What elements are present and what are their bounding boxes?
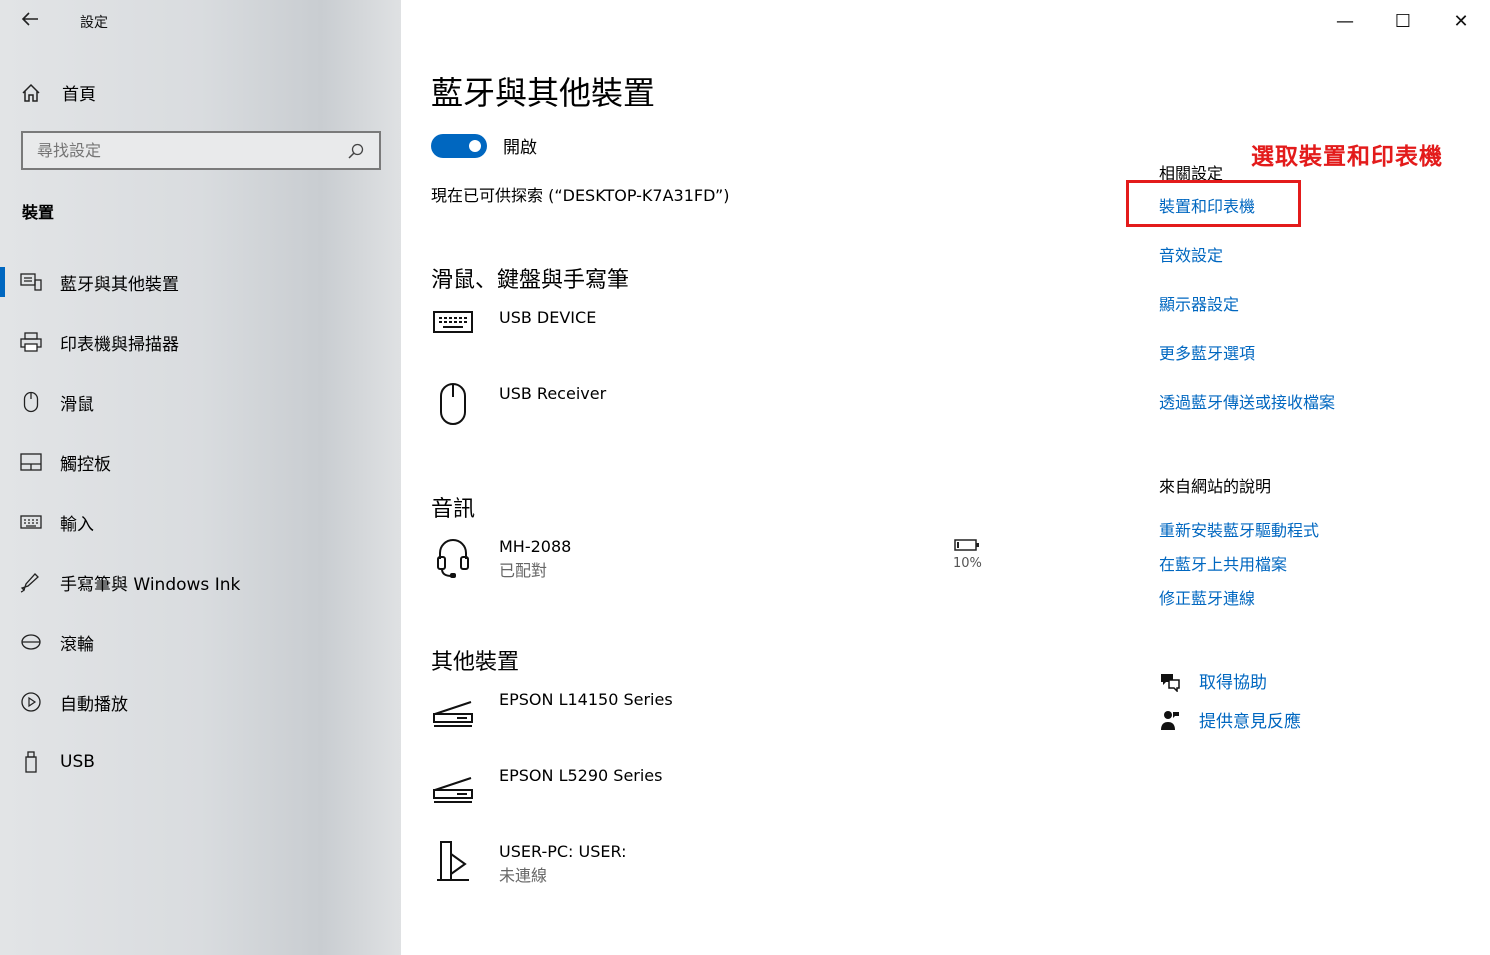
annotation-text: 選取裝置和印表機 [1251, 144, 1443, 170]
keyboard-icon [20, 511, 42, 533]
battery-indicator: 10% [953, 538, 982, 571]
link-more-bluetooth-options[interactable]: 更多藍牙選項 [1159, 340, 1255, 364]
search-box[interactable] [21, 131, 381, 170]
link-fix-bluetooth-connection[interactable]: 修正藍牙連線 [1159, 585, 1255, 609]
sidebar-item-mouse[interactable]: 滑鼠 [0, 372, 401, 432]
sidebar-item-printers[interactable]: 印表機與掃描器 [0, 312, 401, 372]
device-name: MH-2088 [499, 537, 572, 556]
sidebar-item-bluetooth[interactable]: 藍牙與其他裝置 [0, 252, 401, 312]
mouse-icon [431, 382, 475, 426]
app-title: 設定 [80, 15, 108, 31]
link-bluetooth-file-transfer[interactable]: 透過藍牙傳送或接收檔案 [1159, 389, 1335, 413]
sidebar-item-label: USB [60, 752, 95, 772]
sidebar-item-wheel[interactable]: 滾輪 [0, 612, 401, 672]
bluetooth-toggle-label: 開啟 [503, 138, 537, 158]
device-usb-receiver[interactable]: USB Receiver [431, 382, 606, 426]
device-epson-l5290[interactable]: EPSON L5290 Series [431, 764, 662, 808]
scanner-printer-icon [431, 688, 475, 732]
main-content: 藍牙與其他裝置 開啟 現在已可供探索 (“DESKTOP-K7A31FD”) 滑… [401, 0, 1490, 955]
sidebar-item-label: 印表機與掃描器 [60, 334, 179, 355]
device-usb-device[interactable]: USB DEVICE [431, 306, 596, 350]
help-chat-icon [1161, 673, 1180, 692]
device-name: EPSON L5290 Series [499, 766, 663, 785]
device-name: USB Receiver [499, 384, 607, 403]
media-device-icon [431, 840, 475, 884]
touchpad-icon [20, 451, 42, 473]
group-title-input: 滑鼠、鍵盤與手寫筆 [431, 268, 630, 293]
sidebar-item-label: 自動播放 [60, 694, 128, 715]
device-epson-l14150[interactable]: EPSON L14150 Series [431, 688, 673, 732]
group-title-other: 其他裝置 [431, 650, 520, 675]
bluetooth-devices-icon [20, 271, 42, 293]
link-reinstall-bluetooth-driver[interactable]: 重新安裝藍牙驅動程式 [1159, 517, 1319, 541]
feedback-link[interactable]: 提供意見反應 [1159, 707, 1301, 732]
usb-icon [20, 751, 42, 773]
page-title: 藍牙與其他裝置 [431, 74, 656, 112]
keyboard-icon [431, 306, 475, 350]
search-input[interactable] [37, 141, 347, 160]
link-share-files-bluetooth[interactable]: 在藍牙上共用檔案 [1159, 551, 1287, 575]
link-display-settings[interactable]: 顯示器設定 [1159, 291, 1239, 315]
feedback-person-icon [1161, 710, 1179, 730]
get-help-label: 取得協助 [1199, 673, 1267, 693]
home-label: 首頁 [62, 85, 96, 105]
get-help-link[interactable]: 取得協助 [1159, 668, 1267, 693]
battery-icon [954, 539, 980, 551]
wheel-icon [20, 631, 42, 653]
headset-icon [431, 535, 475, 579]
scanner-printer-icon [431, 764, 475, 808]
sidebar-item-usb[interactable]: USB [0, 732, 401, 792]
device-status: 已配對 [499, 561, 548, 580]
mouse-icon [20, 391, 42, 413]
bluetooth-toggle-row: 開啟 [431, 133, 537, 158]
web-help-heading: 來自網站的說明 [1159, 477, 1272, 496]
sidebar-item-pen[interactable]: 手寫筆與 Windows Ink [0, 552, 401, 612]
home-icon [22, 83, 40, 102]
sidebar-nav: 藍牙與其他裝置 印表機與掃描器 滑鼠 觸控板 輸入 手寫筆與 Windows I… [0, 252, 401, 792]
sidebar: 設定 首頁 裝置 藍牙與其他裝置 印表機與掃描器 滑鼠 [0, 0, 401, 955]
discoverable-text: 現在已可供探索 (“DESKTOP-K7A31FD”) [431, 186, 730, 205]
link-devices-and-printers[interactable]: 裝置和印表機 [1159, 193, 1255, 217]
device-status: 未連線 [499, 866, 548, 885]
sidebar-item-touchpad[interactable]: 觸控板 [0, 432, 401, 492]
device-headset[interactable]: MH-2088 已配對 [431, 535, 571, 583]
device-user-pc[interactable]: USER-PC: USER: 未連線 [431, 840, 627, 888]
search-icon[interactable] [347, 142, 365, 160]
pen-icon [20, 571, 42, 593]
sidebar-item-label: 手寫筆與 Windows Ink [60, 574, 241, 595]
sidebar-home[interactable]: 首頁 [20, 80, 96, 105]
sidebar-item-typing[interactable]: 輸入 [0, 492, 401, 552]
autoplay-icon [20, 691, 42, 713]
device-name: EPSON L14150 Series [499, 690, 673, 709]
battery-level: 10% [953, 556, 982, 571]
sidebar-item-label: 滑鼠 [60, 394, 94, 415]
printer-icon [20, 331, 42, 353]
sidebar-item-label: 輸入 [60, 514, 94, 535]
device-name: USER-PC: USER: [499, 842, 627, 861]
link-sound-settings[interactable]: 音效設定 [1159, 242, 1223, 266]
group-title-audio: 音訊 [431, 497, 476, 522]
sidebar-item-label: 觸控板 [60, 454, 111, 475]
section-label: 裝置 [22, 203, 55, 222]
device-name: USB DEVICE [499, 308, 597, 327]
sidebar-item-label: 滾輪 [60, 634, 94, 655]
feedback-label: 提供意見反應 [1199, 712, 1301, 732]
back-arrow-icon[interactable] [20, 9, 44, 33]
bluetooth-toggle[interactable] [431, 133, 487, 158]
sidebar-item-label: 藍牙與其他裝置 [60, 274, 179, 295]
sidebar-item-autoplay[interactable]: 自動播放 [0, 672, 401, 732]
